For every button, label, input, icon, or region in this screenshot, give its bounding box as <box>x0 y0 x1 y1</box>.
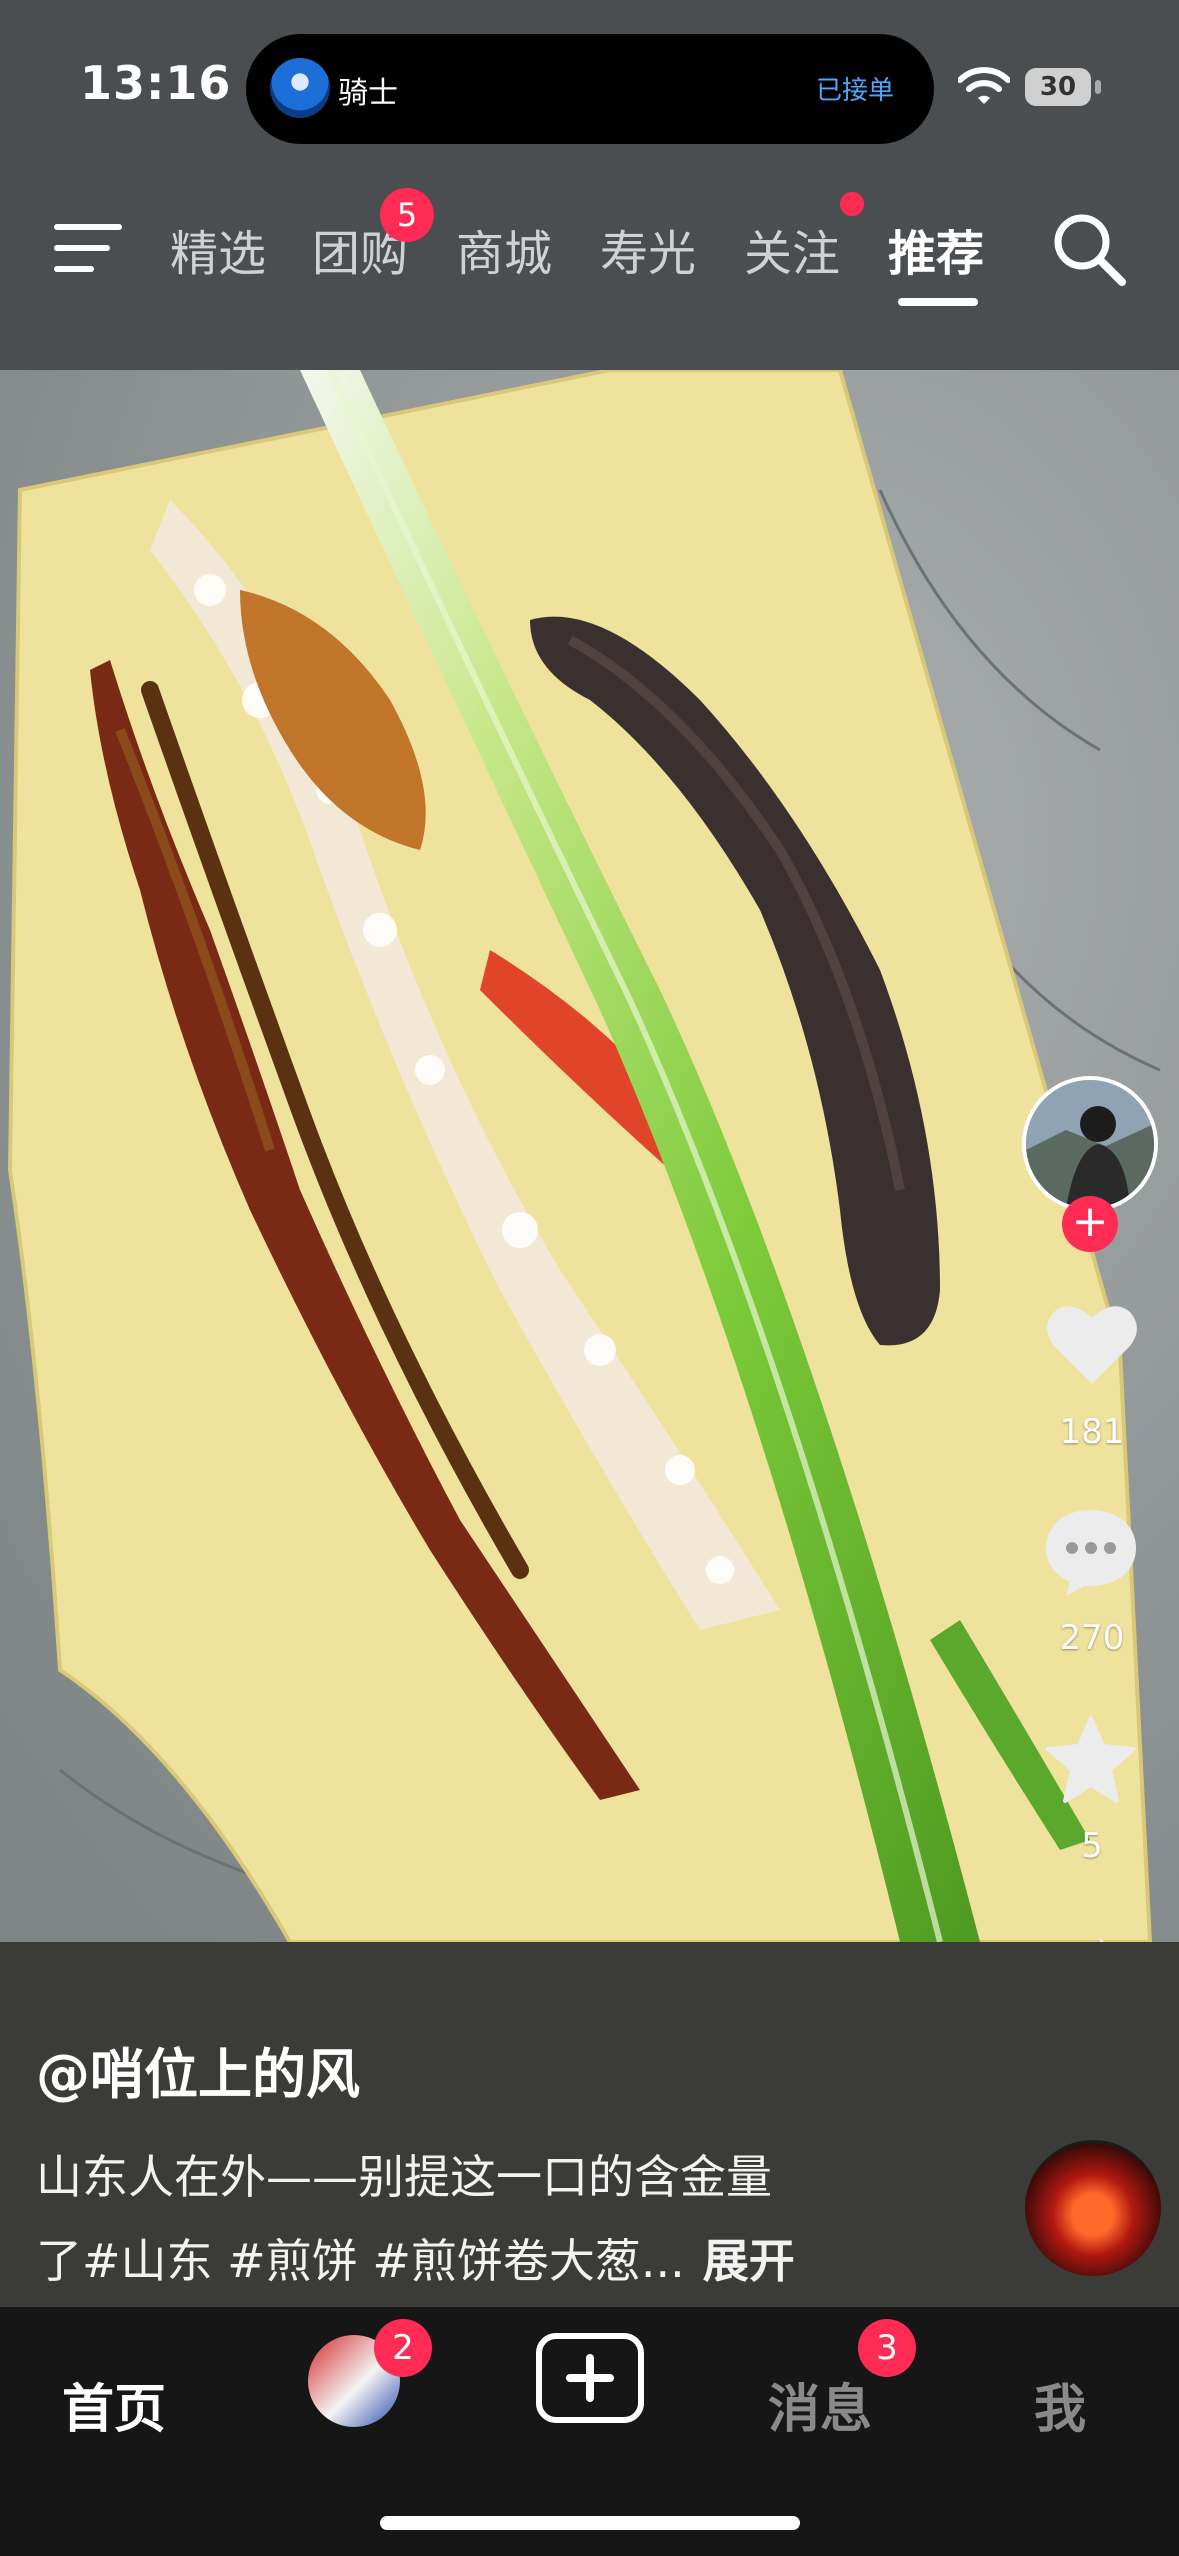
following-dot <box>840 192 864 216</box>
author-photo <box>1026 1080 1154 1208</box>
battery-icon: 30 <box>1025 68 1091 106</box>
video-description[interactable]: 山东人在外——别提这一口的含金量 了#山东 #煎饼 #煎饼卷大葱... 展开 <box>36 2135 936 2303</box>
favorite-count: 5 <box>1081 1826 1103 1866</box>
video-frame-image <box>0 370 1179 1942</box>
description-line-1: 山东人在外——别提这一口的含金量 <box>36 2150 772 2204</box>
tab-featured[interactable]: 精选 <box>170 214 266 284</box>
tab-shouguang[interactable]: 寿光 <box>600 214 696 284</box>
nav-home[interactable]: 首页 <box>62 2367 166 2442</box>
search-icon[interactable] <box>1050 210 1130 290</box>
video-player[interactable] <box>0 370 1179 1942</box>
battery-nub <box>1095 80 1101 94</box>
island-app-name: 骑士 <box>338 76 398 111</box>
create-button[interactable] <box>536 2333 644 2423</box>
active-tab-indicator <box>898 298 978 306</box>
status-time: 13:16 <box>80 56 232 110</box>
like-count: 181 <box>1059 1412 1125 1452</box>
music-disc[interactable] <box>1025 2140 1161 2276</box>
plus-icon <box>566 2354 614 2402</box>
nav-messages[interactable]: 消息 <box>768 2367 872 2442</box>
menu-icon[interactable] <box>54 220 124 276</box>
home-indicator[interactable] <box>380 2516 800 2530</box>
tab-following[interactable]: 关注 <box>744 214 840 284</box>
island-order-status: 已接单 <box>815 76 894 106</box>
nav-me[interactable]: 我 <box>1034 2367 1086 2442</box>
follow-button[interactable]: + <box>1062 1196 1118 1252</box>
expand-link[interactable]: 展开 <box>703 2234 795 2288</box>
rider-app-icon <box>270 58 330 118</box>
comment-count: 270 <box>1059 1618 1125 1658</box>
description-text: 了#山东 #煎饼 #煎饼卷大葱... <box>36 2234 685 2288</box>
dynamic-island[interactable]: 骑士 已接单 <box>246 34 934 144</box>
wifi-icon <box>958 67 1010 104</box>
description-line-2: 了#山东 #煎饼 #煎饼卷大葱... 展开 <box>36 2219 936 2303</box>
author-name[interactable]: @哨位上的风 <box>36 2030 360 2109</box>
like-icon[interactable] <box>1044 1300 1140 1388</box>
friends-badge: 2 <box>374 2319 432 2377</box>
author-avatar[interactable] <box>1022 1076 1158 1212</box>
tab-recommended[interactable]: 推荐 <box>888 214 984 284</box>
top-nav: 精选 团购 5 商城 寿光 关注 推荐 <box>0 170 1179 370</box>
messages-badge: 3 <box>858 2319 916 2377</box>
favorite-star-icon[interactable] <box>1044 1714 1138 1804</box>
group-buy-badge: 5 <box>380 188 434 242</box>
comment-icon[interactable] <box>1042 1506 1140 1598</box>
tab-mall[interactable]: 商城 <box>456 214 552 284</box>
